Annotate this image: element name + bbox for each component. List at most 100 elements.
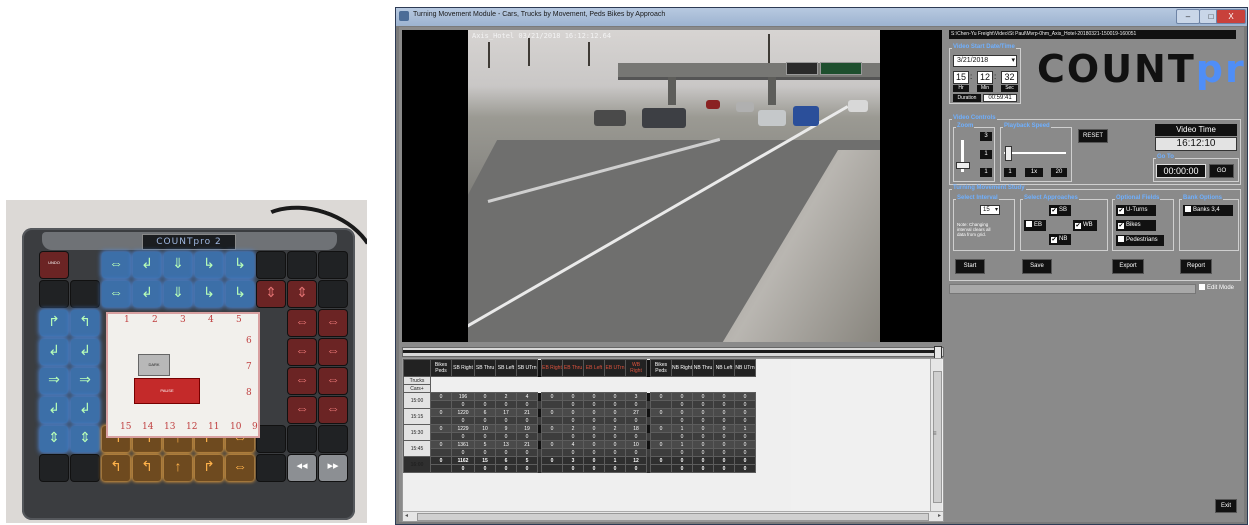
count-cell[interactable]: 0 bbox=[562, 416, 584, 425]
count-cell[interactable]: 0 bbox=[541, 408, 563, 417]
count-cell[interactable] bbox=[430, 464, 452, 473]
count-cell[interactable]: 0 bbox=[713, 400, 735, 409]
count-cell[interactable]: 0 bbox=[692, 392, 714, 401]
count-cell[interactable]: 0 bbox=[734, 408, 756, 417]
count-cell[interactable]: 1 bbox=[734, 424, 756, 433]
count-cell[interactable]: 0 bbox=[495, 464, 517, 473]
count-cell[interactable]: 0 bbox=[734, 432, 756, 441]
count-cell[interactable]: 19 bbox=[516, 424, 538, 433]
count-cell[interactable]: 0 bbox=[692, 464, 714, 473]
checkbox-nb[interactable]: ✔ NB bbox=[1049, 234, 1071, 245]
count-cell[interactable]: 0 bbox=[734, 392, 756, 401]
count-cell[interactable]: 0 bbox=[562, 408, 584, 417]
count-cell[interactable]: 0 bbox=[650, 440, 672, 449]
count-cell[interactable]: 1 bbox=[671, 424, 693, 433]
count-cell[interactable]: 0 bbox=[451, 416, 475, 425]
count-cell[interactable]: 9 bbox=[495, 424, 517, 433]
count-cell[interactable]: 0 bbox=[650, 392, 672, 401]
scrollbar-thumb[interactable] bbox=[417, 513, 929, 521]
count-cell[interactable]: 1220 bbox=[451, 408, 475, 417]
count-cell[interactable]: 0 bbox=[495, 448, 517, 457]
count-cell[interactable]: 0 bbox=[541, 424, 563, 433]
count-cell[interactable]: 0 bbox=[650, 456, 672, 465]
count-cell[interactable]: 0 bbox=[562, 448, 584, 457]
count-cell[interactable]: 0 bbox=[541, 456, 563, 465]
count-cell[interactable]: 0 bbox=[734, 440, 756, 449]
scrollbar-thumb[interactable] bbox=[933, 371, 942, 503]
count-cell[interactable]: 0 bbox=[583, 408, 605, 417]
minute-field[interactable]: 12 bbox=[977, 71, 993, 84]
count-cell[interactable]: 0 bbox=[671, 408, 693, 417]
count-cell[interactable]: 0 bbox=[713, 456, 735, 465]
count-grid[interactable]: Bikes Peds SB Right SB Thru SB Left SB UTrn E… bbox=[403, 359, 791, 511]
count-cell[interactable]: 2 bbox=[495, 392, 517, 401]
count-cell[interactable]: 0 bbox=[713, 464, 735, 473]
vertical-scrollbar[interactable]: ≡ bbox=[930, 359, 942, 511]
count-cell[interactable]: 0 bbox=[430, 392, 452, 401]
report-button[interactable]: Report bbox=[1180, 259, 1212, 274]
count-cell[interactable]: 0 bbox=[583, 400, 605, 409]
count-cell[interactable]: 0 bbox=[734, 456, 756, 465]
count-cell[interactable]: 0 bbox=[583, 456, 605, 465]
count-cell[interactable]: 1361 bbox=[451, 440, 475, 449]
horizontal-scrollbar[interactable]: ◂ ▸ bbox=[403, 511, 943, 521]
count-cell[interactable]: 0 bbox=[604, 464, 626, 473]
count-cell[interactable]: 0 bbox=[604, 392, 626, 401]
count-cell[interactable]: 0 bbox=[562, 400, 584, 409]
count-cell[interactable]: 0 bbox=[583, 392, 605, 401]
count-cell[interactable]: 0 bbox=[734, 400, 756, 409]
count-cell[interactable]: 4 bbox=[516, 392, 538, 401]
count-cell[interactable]: 0 bbox=[713, 448, 735, 457]
count-cell[interactable]: 0 bbox=[451, 464, 475, 473]
count-cell[interactable]: 0 bbox=[583, 440, 605, 449]
count-cell[interactable]: 0 bbox=[562, 464, 584, 473]
count-cell[interactable]: 0 bbox=[474, 400, 496, 409]
count-cell[interactable]: 0 bbox=[451, 432, 475, 441]
count-cell[interactable]: 0 bbox=[583, 432, 605, 441]
count-cell[interactable]: 0 bbox=[650, 408, 672, 417]
speed-slider-track[interactable] bbox=[1004, 152, 1066, 154]
scroll-left-icon[interactable]: ◂ bbox=[405, 512, 408, 519]
count-cell[interactable]: 6 bbox=[474, 408, 496, 417]
count-cell[interactable]: 0 bbox=[604, 400, 626, 409]
count-cell[interactable]: 0 bbox=[692, 456, 714, 465]
count-cell[interactable]: 0 bbox=[671, 400, 693, 409]
go-to-field[interactable]: 00:00:00 bbox=[1156, 164, 1206, 178]
count-cell[interactable]: 10 bbox=[625, 440, 647, 449]
count-cell[interactable]: 0 bbox=[692, 408, 714, 417]
count-cell[interactable]: 0 bbox=[604, 448, 626, 457]
count-cell[interactable]: 0 bbox=[562, 392, 584, 401]
count-cell[interactable]: 27 bbox=[625, 408, 647, 417]
count-cell[interactable]: 0 bbox=[625, 400, 647, 409]
count-cell[interactable]: 0 bbox=[562, 432, 584, 441]
count-cell[interactable]: 0 bbox=[516, 416, 538, 425]
count-cell[interactable] bbox=[650, 400, 672, 409]
count-cell[interactable]: 1 bbox=[604, 456, 626, 465]
checkbox-wb[interactable]: ✔ WB bbox=[1073, 220, 1097, 231]
count-cell[interactable]: 0 bbox=[474, 464, 496, 473]
count-cell[interactable]: 0 bbox=[583, 416, 605, 425]
count-cell[interactable]: 1162 bbox=[451, 456, 475, 465]
count-cell[interactable]: 0 bbox=[692, 416, 714, 425]
speed-slider-thumb[interactable] bbox=[1005, 146, 1012, 161]
checkbox-edit-mode[interactable]: Edit Mode bbox=[1197, 283, 1241, 294]
count-cell[interactable]: 0 bbox=[541, 440, 563, 449]
count-cell[interactable]: 0 bbox=[671, 416, 693, 425]
count-cell[interactable]: 5 bbox=[516, 456, 538, 465]
count-cell[interactable]: 18 bbox=[625, 424, 647, 433]
count-cell[interactable]: 0 bbox=[583, 448, 605, 457]
count-cell[interactable] bbox=[541, 400, 563, 409]
count-cell[interactable]: 0 bbox=[451, 400, 475, 409]
count-cell[interactable]: 0 bbox=[671, 392, 693, 401]
count-cell[interactable]: 0 bbox=[713, 440, 735, 449]
interval-select[interactable]: 15 ▾ bbox=[980, 205, 1000, 215]
count-cell[interactable]: 0 bbox=[495, 400, 517, 409]
count-cell[interactable] bbox=[430, 448, 452, 457]
count-cell[interactable]: 1 bbox=[671, 440, 693, 449]
count-cell[interactable]: 0 bbox=[583, 424, 605, 433]
count-cell[interactable]: 0 bbox=[671, 432, 693, 441]
count-cell[interactable]: 10 bbox=[474, 424, 496, 433]
count-cell[interactable]: 0 bbox=[604, 432, 626, 441]
count-cell[interactable]: 15 bbox=[474, 456, 496, 465]
count-cell[interactable] bbox=[541, 464, 563, 473]
